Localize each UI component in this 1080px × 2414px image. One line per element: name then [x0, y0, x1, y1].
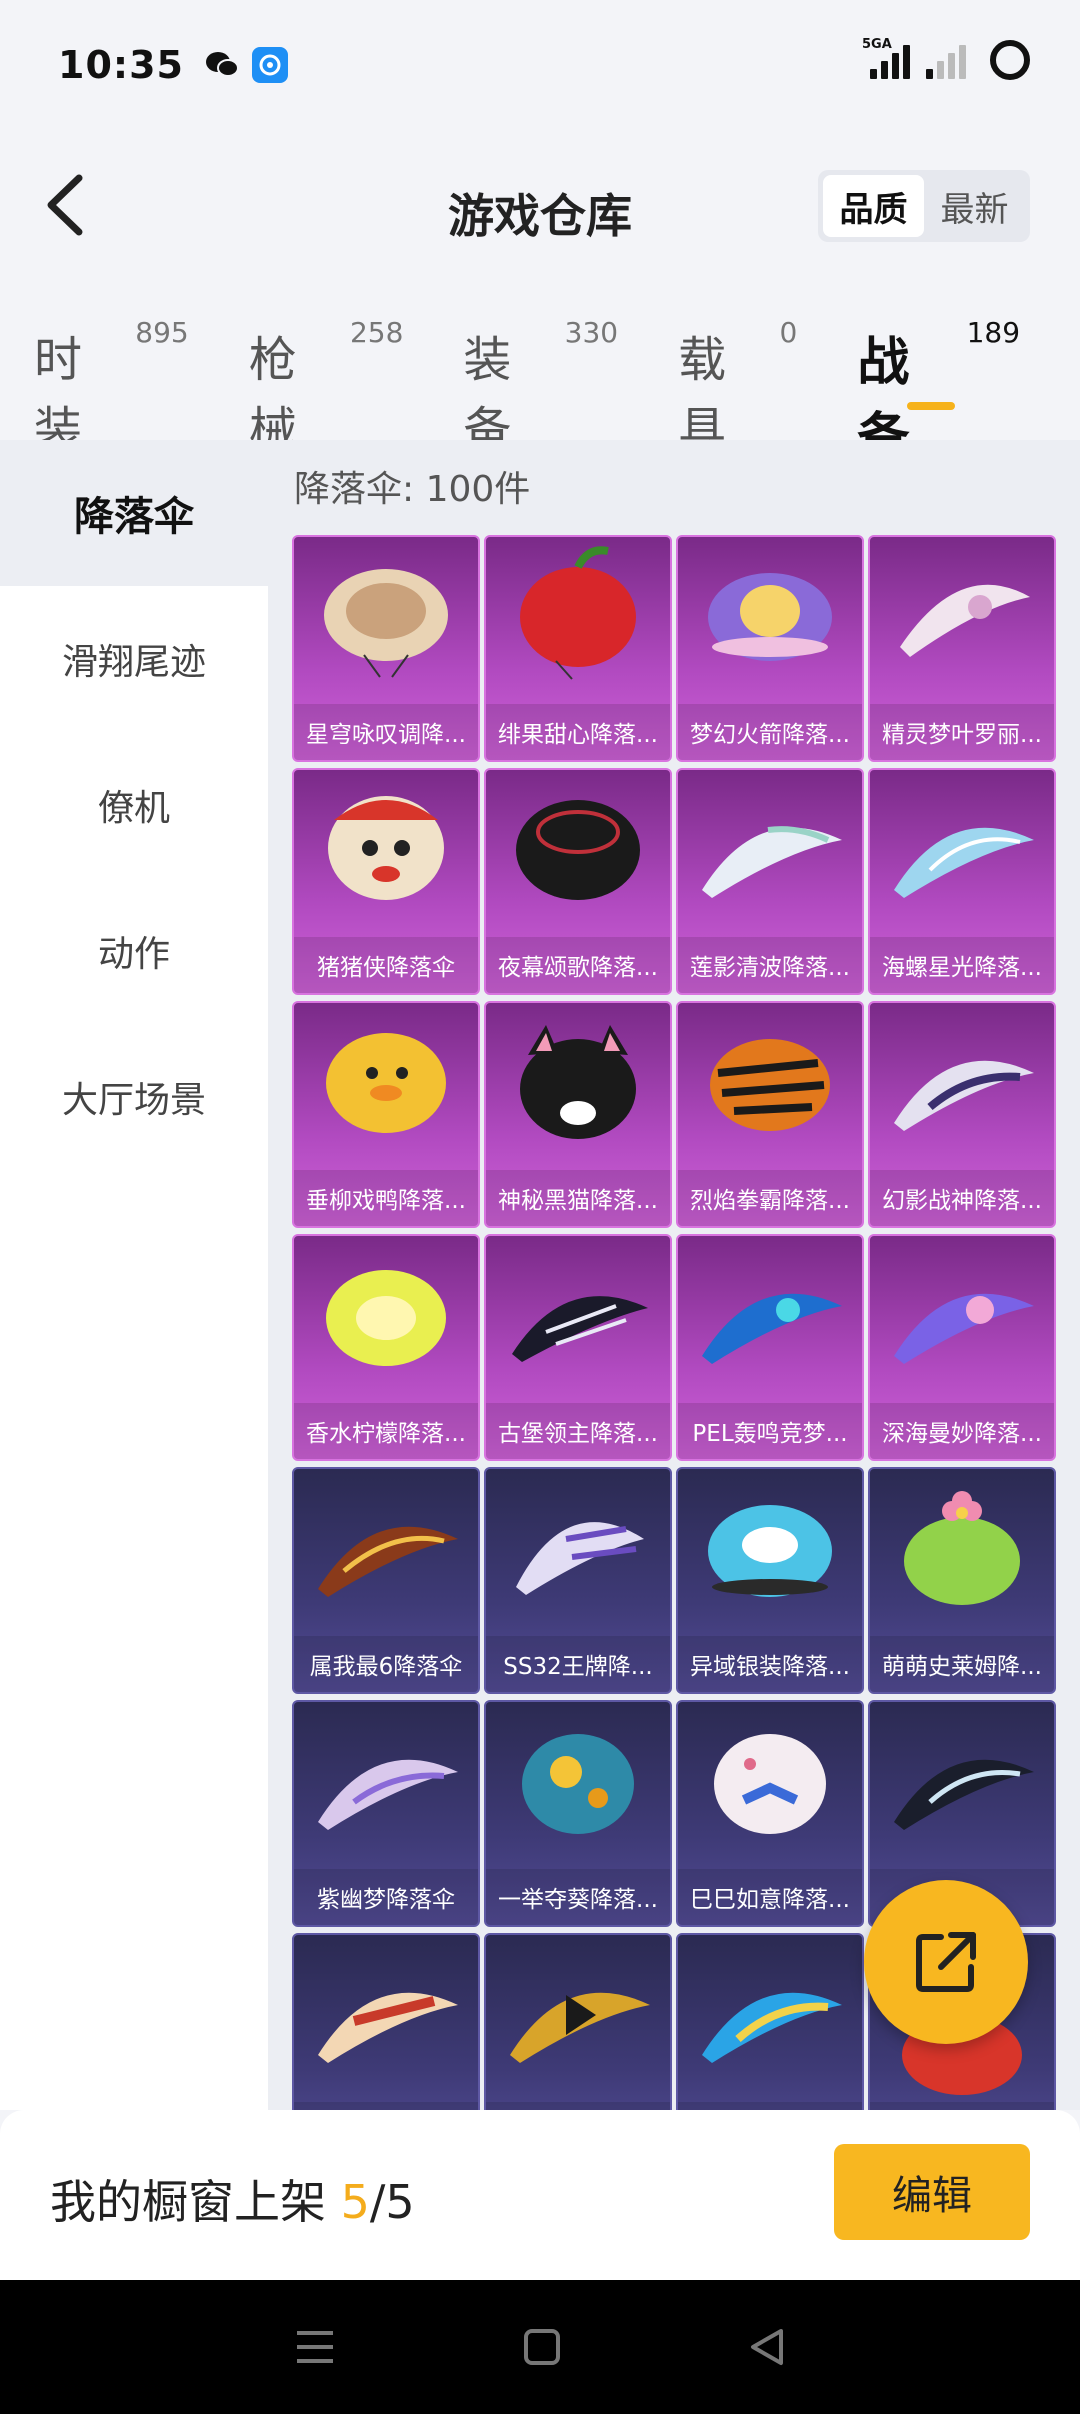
sidebar-item-lobby-scene[interactable]: 大厅场景	[0, 1024, 268, 1170]
item-card[interactable]: 神秘黑猫降落...	[484, 1001, 672, 1228]
wechat-icon	[204, 47, 240, 83]
tab-fashion[interactable]: 时装 895	[34, 316, 189, 458]
item-card[interactable]: 垂柳戏鸭降落...	[292, 1001, 480, 1228]
battery-ring-icon	[990, 40, 1030, 80]
sidebar-item-wingman[interactable]: 僚机	[0, 732, 268, 878]
item-card[interactable]: 紫幽梦降落伞	[292, 1700, 480, 1927]
item-card[interactable]: 莲影清波降落...	[676, 768, 864, 995]
parachute-image	[522, 1734, 634, 1834]
parachute-image	[894, 827, 1034, 898]
status-time: 10:35	[58, 43, 184, 87]
back-nav-icon[interactable]	[747, 2327, 787, 2367]
item-card[interactable]: 萌萌史莱姆降...	[868, 1467, 1056, 1694]
tab-combat-supplies[interactable]: 战备 189	[857, 316, 1020, 468]
parachute-image	[900, 584, 1030, 657]
parachute-image	[894, 1060, 1034, 1131]
parachute-image	[708, 573, 832, 661]
showcase-bar: 我的橱窗上架 5/5 编辑	[0, 2110, 1080, 2280]
tab-vehicles[interactable]: 载具 0	[678, 316, 797, 458]
category-tabs: 时装 895 枪械 258 装备 330 载具 0 战备 189	[0, 316, 1080, 468]
item-card[interactable]: 猪猪侠降落伞	[292, 768, 480, 995]
parachute-image	[512, 1296, 648, 1362]
item-card[interactable]: 一举夺葵降落...	[484, 1700, 672, 1927]
tab-weapons[interactable]: 枪械 258	[249, 316, 404, 458]
sort-quality[interactable]: 品质	[823, 175, 924, 237]
sidebar-item-parachute[interactable]: 降落伞	[0, 440, 268, 586]
sidebar-item-glide-trail[interactable]: 滑翔尾迹	[0, 586, 268, 732]
parachute-image	[324, 569, 448, 678]
parachute-image	[520, 546, 636, 680]
sort-toggle: 品质 最新	[818, 170, 1030, 242]
item-count: 降落伞: 100件	[294, 469, 531, 510]
item-card[interactable]: 香水柠檬降落...	[292, 1234, 480, 1461]
item-grid: 星穹咏叹调降... 绯果甜心降落... 梦幻火箭降落... 精灵梦叶罗丽... …	[292, 535, 1056, 2110]
sidebar: 降落伞 滑翔尾迹 僚机 动作 大厅场景	[0, 440, 268, 2110]
share-button[interactable]	[864, 1880, 1028, 2044]
parachute-image	[318, 1526, 458, 1597]
signal-secondary-icon	[926, 41, 966, 79]
parachute-image	[894, 1293, 1034, 1364]
sidebar-item-emote[interactable]: 动作	[0, 878, 268, 1024]
status-bar: 10:35 5GA	[0, 0, 1080, 130]
parachute-image	[516, 800, 640, 900]
item-card[interactable]: 海螺星光降落...	[868, 768, 1056, 995]
item-card[interactable]: SS32王牌降...	[484, 1467, 672, 1694]
menu-icon[interactable]	[293, 2327, 337, 2367]
parachute-image	[326, 1270, 446, 1366]
item-card[interactable]: 星穹咏叹调降...	[292, 535, 480, 762]
edit-button[interactable]: 编辑	[834, 2144, 1030, 2240]
parachute-image	[318, 1992, 458, 2063]
item-card[interactable]	[292, 1933, 480, 2110]
item-card[interactable]: 巳巳如意降落...	[676, 1700, 864, 1927]
item-card[interactable]	[484, 1933, 672, 2110]
parachute-image	[516, 1522, 644, 1595]
parachute-image	[510, 1992, 650, 2063]
item-card[interactable]	[676, 1933, 864, 2110]
signal-5ga-icon: 5GA	[862, 37, 910, 79]
parachute-image	[702, 1992, 842, 2063]
parachute-image	[710, 1039, 830, 1131]
item-card[interactable]: 梦幻火箭降落...	[676, 535, 864, 762]
parachute-image	[318, 1759, 458, 1830]
app-notification-icon	[251, 47, 288, 83]
sort-newest[interactable]: 最新	[924, 175, 1025, 237]
parachute-image	[708, 1505, 832, 1597]
home-icon[interactable]	[522, 2327, 562, 2367]
share-icon	[916, 1932, 976, 1992]
item-card[interactable]: 烈焰拳霸降落...	[676, 1001, 864, 1228]
tab-active-indicator	[907, 402, 956, 410]
item-card[interactable]: 绯果甜心降落...	[484, 535, 672, 762]
parachute-image	[326, 1033, 446, 1133]
item-card[interactable]: 幻影战神降落...	[868, 1001, 1056, 1228]
header: 游戏仓库 品质 最新	[0, 150, 1080, 260]
tab-equipment[interactable]: 装备 330	[463, 316, 618, 458]
parachute-image	[894, 1759, 1034, 1830]
item-card[interactable]: 异域银装降落...	[676, 1467, 864, 1694]
item-card[interactable]: 夜幕颂歌降落...	[484, 768, 672, 995]
parachute-image	[904, 1491, 1020, 1605]
item-card[interactable]: 古堡领主降落...	[484, 1234, 672, 1461]
parachute-image	[714, 1734, 826, 1834]
parachute-image	[702, 1293, 842, 1364]
parachute-image	[520, 1025, 636, 1139]
item-card[interactable]: 精灵梦叶罗丽...	[868, 535, 1056, 762]
item-card[interactable]: 深海曼妙降落...	[868, 1234, 1056, 1461]
parachute-image	[702, 826, 842, 898]
item-card[interactable]: 属我最6降落伞	[292, 1467, 480, 1694]
item-card[interactable]: PEL轰鸣竞梦...	[676, 1234, 864, 1461]
system-nav-bar	[0, 2280, 1080, 2414]
showcase-status: 我的橱窗上架 5/5	[50, 2175, 415, 2229]
parachute-image	[328, 796, 444, 900]
